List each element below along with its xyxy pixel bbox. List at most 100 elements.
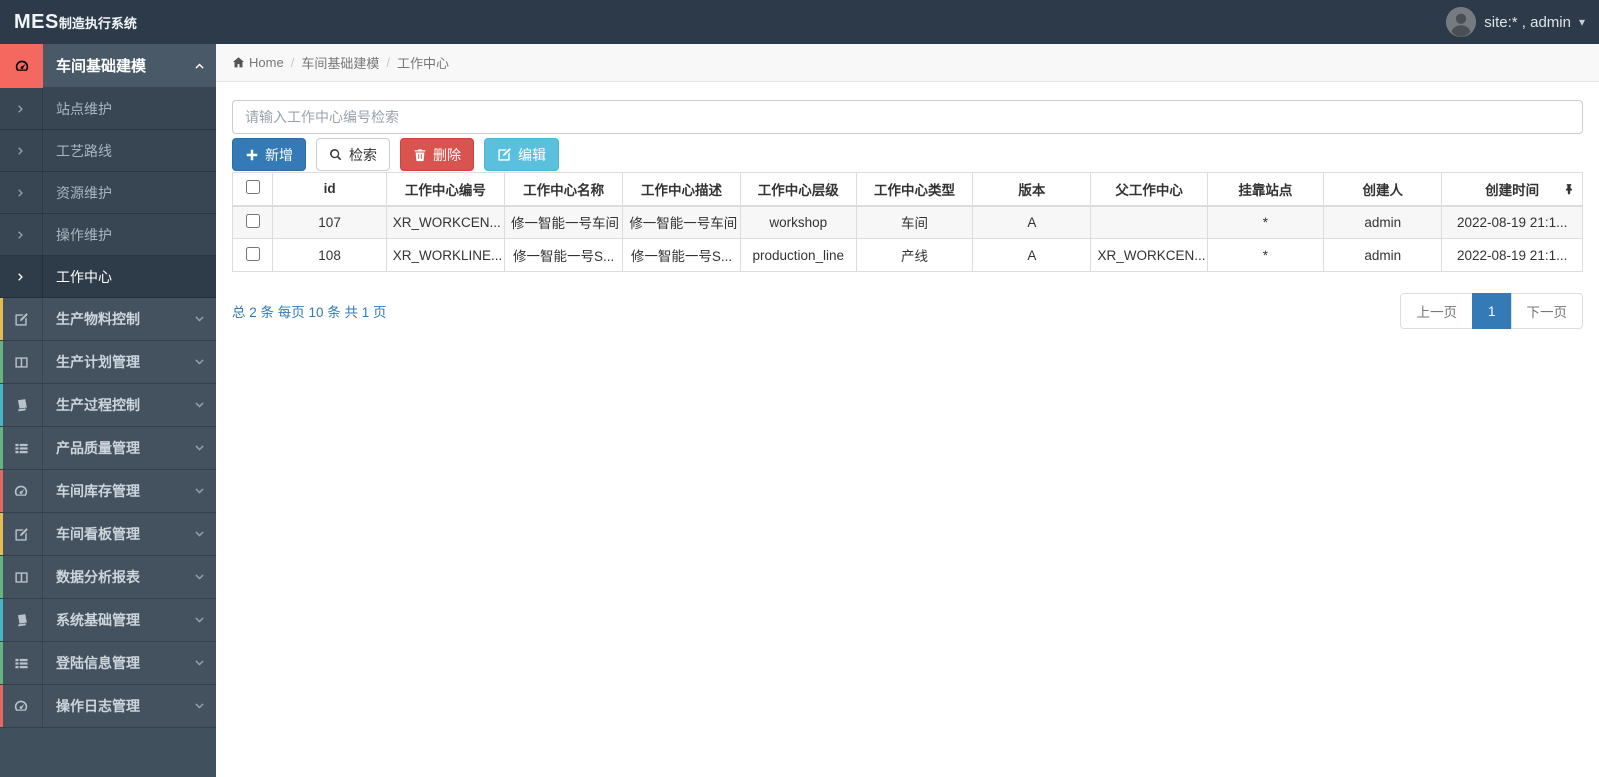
breadcrumb: Home / 车间基础建模 / 工作中心 bbox=[216, 44, 1599, 82]
group-color-stripe bbox=[0, 599, 3, 641]
table-cell: 车间 bbox=[855, 205, 974, 239]
table-cell: 107 bbox=[272, 205, 387, 239]
sidebar-group-label: 车间基础建模 bbox=[56, 58, 147, 75]
row-select-cell bbox=[231, 238, 274, 272]
user-dropdown[interactable]: site:* , admin ▾ bbox=[1446, 7, 1585, 37]
sidebar-sub-item-label: 工艺路线 bbox=[56, 142, 112, 159]
sidebar-group-item[interactable]: 生产计划管理 bbox=[0, 341, 216, 384]
group-color-stripe bbox=[0, 427, 3, 469]
row-checkbox[interactable] bbox=[245, 213, 260, 228]
sidebar-group-label: 数据分析报表 bbox=[56, 569, 140, 585]
column-header[interactable]: 父工作中心 bbox=[1090, 172, 1208, 207]
search-button[interactable]: 检索 bbox=[316, 138, 390, 171]
breadcrumb-link[interactable]: Home bbox=[249, 55, 284, 70]
prev-page-button[interactable]: 上一页 bbox=[1400, 293, 1473, 329]
group-color-stripe bbox=[0, 384, 3, 426]
table-cell: 2022-08-19 21:1... bbox=[1441, 238, 1583, 272]
trash-icon bbox=[413, 148, 427, 162]
sidebar-group-item[interactable]: 操作日志管理 bbox=[0, 685, 216, 728]
sidebar-group-item[interactable]: 登陆信息管理 bbox=[0, 642, 216, 685]
group-color-stripe bbox=[0, 513, 3, 555]
sidebar-group-item[interactable]: 产品质量管理 bbox=[0, 427, 216, 470]
row-checkbox[interactable] bbox=[245, 246, 260, 261]
table-cell: 修一智能一号车间 bbox=[622, 205, 741, 239]
sidebar-sub-item[interactable]: 工艺路线 bbox=[0, 130, 216, 172]
pencil-square-icon bbox=[0, 513, 43, 555]
chevron-right-icon bbox=[0, 256, 43, 297]
column-header[interactable]: id bbox=[272, 172, 387, 207]
gauge-icon bbox=[0, 685, 43, 727]
next-page-button[interactable]: 下一页 bbox=[1510, 293, 1583, 329]
column-header[interactable]: 工作中心描述 bbox=[622, 172, 741, 207]
chevron-down-icon bbox=[182, 427, 216, 469]
app-logo[interactable]: MES 制造执行系统 bbox=[14, 11, 137, 34]
breadcrumb-link[interactable]: 车间基础建模 bbox=[301, 53, 379, 72]
table-cell: 108 bbox=[272, 238, 387, 272]
sidebar-group-item[interactable]: 生产过程控制 bbox=[0, 384, 216, 427]
table-row[interactable]: 108 XR_WORKLINE... 修一智能一号S... 修一智能一号S... pro… bbox=[231, 238, 1583, 272]
plus-icon bbox=[245, 148, 259, 162]
table-cell: * bbox=[1206, 205, 1325, 239]
gauge-icon bbox=[0, 44, 43, 88]
sidebar-sub-item[interactable]: 资源维护 bbox=[0, 172, 216, 214]
sidebar-group-item[interactable]: 数据分析报表 bbox=[0, 556, 216, 599]
table-cell: workshop bbox=[739, 205, 857, 239]
sidebar-sub-item[interactable]: 站点维护 bbox=[0, 88, 216, 130]
sidebar-group-label: 系统基础管理 bbox=[56, 612, 140, 628]
group-color-stripe bbox=[0, 556, 3, 598]
search-input[interactable] bbox=[232, 100, 1583, 134]
sidebar-group-item[interactable]: 系统基础管理 bbox=[0, 599, 216, 642]
work-center-table: id 工作中心编号 工作中心名称 工作中心描述 工作中心层级 工作中心类型 版本 父工作中心挂… bbox=[231, 172, 1583, 272]
main-content: Home / 车间基础建模 / 工作中心 新增 检索 删除 编辑 bbox=[216, 44, 1599, 777]
table-cell: XR_WORKCEN... bbox=[1090, 238, 1208, 272]
add-button[interactable]: 新增 bbox=[232, 138, 306, 171]
column-header[interactable]: 工作中心编号 bbox=[385, 172, 506, 207]
pin-icon[interactable] bbox=[1563, 183, 1575, 195]
pagination: 总 2 条 每页 10 条 共 1 页 上一页 1 下一页 bbox=[232, 293, 1583, 329]
table-cell: 修一智能一号S... bbox=[622, 238, 741, 272]
column-header[interactable]: 工作中心层级 bbox=[739, 172, 857, 207]
column-header[interactable]: 挂靠站点 bbox=[1206, 172, 1325, 207]
chevron-right-icon bbox=[0, 172, 43, 213]
select-all-header bbox=[231, 172, 274, 207]
th-list-icon bbox=[0, 642, 43, 684]
th-list-icon bbox=[0, 427, 43, 469]
column-header[interactable]: 版本 bbox=[972, 172, 1092, 207]
table-cell: A bbox=[972, 205, 1092, 239]
delete-button[interactable]: 删除 bbox=[400, 138, 474, 171]
sidebar-group-workshop-modeling[interactable]: 车间基础建模 bbox=[0, 44, 216, 88]
breadcrumb-current: 工作中心 bbox=[396, 56, 449, 71]
chevron-down-icon bbox=[182, 513, 216, 555]
gauge-icon bbox=[0, 470, 43, 512]
sidebar-group-item[interactable]: 生产物料控制 bbox=[0, 298, 216, 341]
row-select-cell bbox=[231, 205, 274, 239]
table-cell: XR_WORKCEN... bbox=[385, 205, 506, 239]
sidebar-group-item[interactable]: 车间看板管理 bbox=[0, 513, 216, 556]
sidebar-sub-item[interactable]: 工作中心 bbox=[0, 256, 216, 298]
sidebar-group-item[interactable]: 车间库存管理 bbox=[0, 470, 216, 513]
column-header[interactable]: 工作中心类型 bbox=[855, 172, 974, 207]
sidebar-sub-item-label: 资源维护 bbox=[56, 184, 112, 201]
sidebar-group-label: 生产计划管理 bbox=[56, 354, 140, 370]
sidebar-sub-item-label: 操作维护 bbox=[56, 226, 112, 243]
book-icon bbox=[0, 599, 43, 641]
app-logo-bold: MES bbox=[14, 10, 59, 33]
chevron-down-icon bbox=[182, 599, 216, 641]
book-icon bbox=[0, 384, 43, 426]
caret-down-icon: ▾ bbox=[1578, 15, 1585, 29]
column-header[interactable]: 创建时间 bbox=[1441, 172, 1583, 207]
chevron-down-icon bbox=[182, 384, 216, 426]
column-header[interactable]: 创建人 bbox=[1323, 172, 1443, 207]
sidebar-group-label: 操作日志管理 bbox=[56, 698, 140, 714]
table-cell: 修一智能一号S... bbox=[503, 238, 624, 272]
page-1-button[interactable]: 1 bbox=[1471, 293, 1512, 329]
column-header[interactable]: 工作中心名称 bbox=[503, 172, 624, 207]
table-cell: 产线 bbox=[855, 238, 974, 272]
select-all-checkbox[interactable] bbox=[245, 180, 260, 195]
sidebar-sub-item[interactable]: 操作维护 bbox=[0, 214, 216, 256]
chevron-right-icon bbox=[0, 214, 43, 255]
edit-button[interactable]: 编辑 bbox=[484, 138, 559, 171]
table-row[interactable]: 107 XR_WORKCEN... 修一智能一号车间 修一智能一号车间 workshop… bbox=[231, 205, 1583, 239]
table-cell: admin bbox=[1323, 238, 1443, 272]
group-color-stripe bbox=[0, 341, 3, 383]
